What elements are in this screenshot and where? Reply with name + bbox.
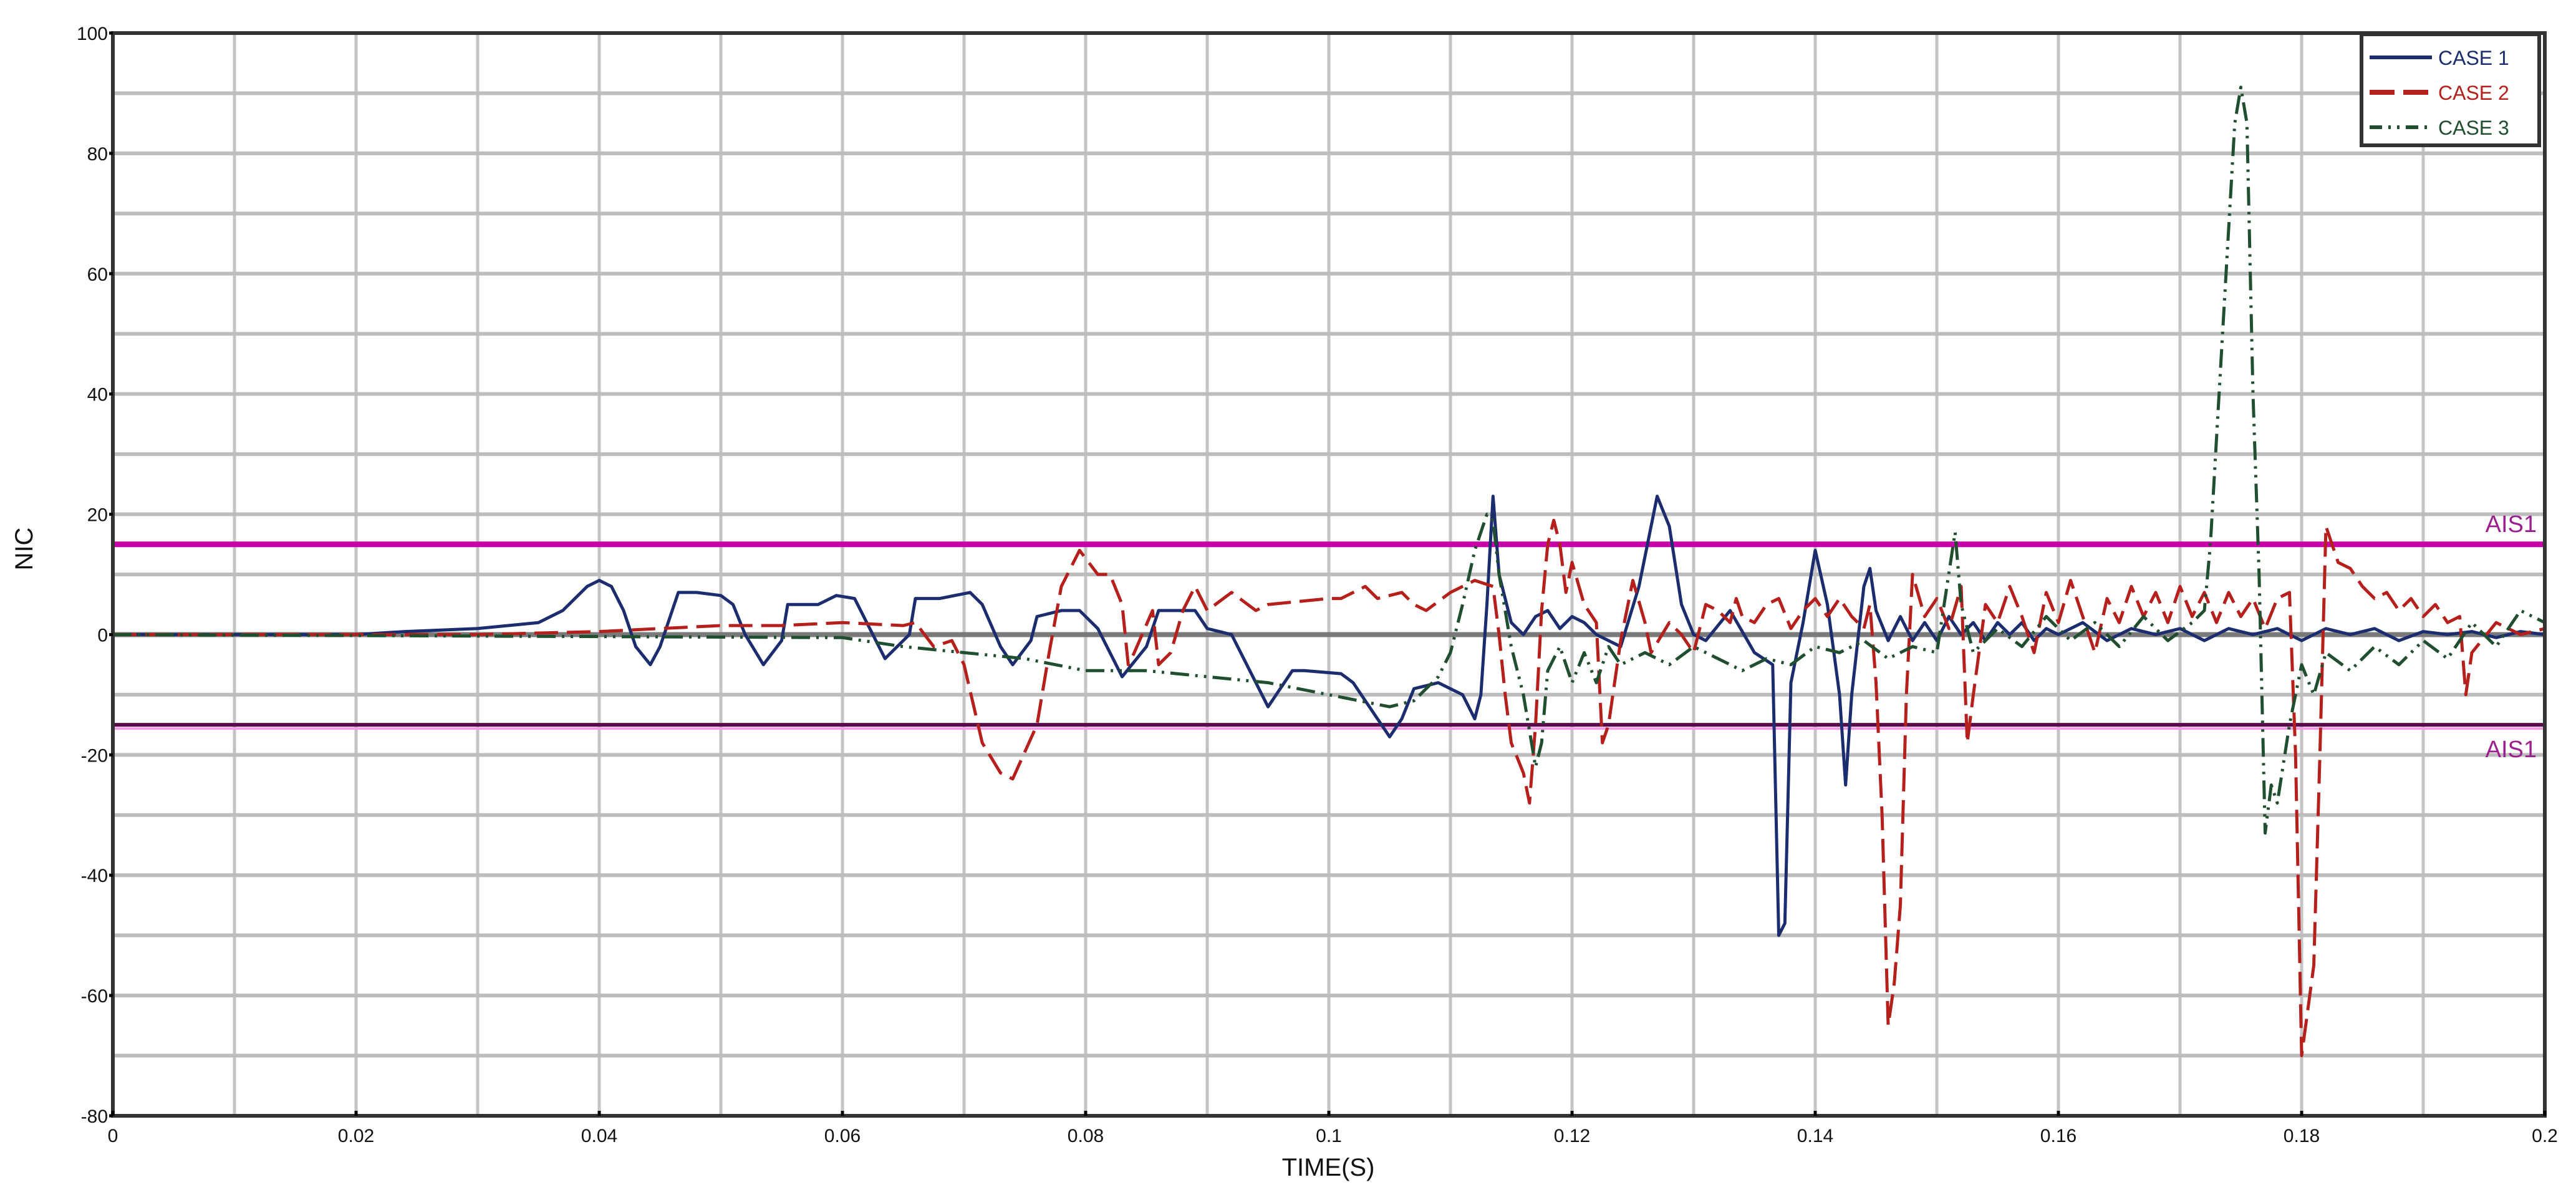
x-tick-label: 0.12 [1554,1126,1590,1146]
y-tick-label: -80 [81,1106,108,1127]
y-tick-label: 40 [87,385,108,405]
y-tick-label: 20 [87,505,108,526]
ais1-label: AIS1 [2486,511,2537,538]
x-axis-title: TIME(S) [1282,1154,1375,1181]
grid [113,33,2545,1116]
legend-label-case-3: CASE 3 [2438,117,2509,139]
legend: CASE 1 CASE 2 CASE 3 [2360,32,2541,147]
y-tick-label: -20 [81,745,108,766]
x-tick-label: 0.16 [2040,1126,2077,1146]
y-axis-title: NIC [11,528,38,571]
y-tick-label: 80 [87,144,108,165]
x-tick-label: 0.14 [1797,1126,1833,1146]
y-tick-label: -40 [81,866,108,886]
x-tick-label: 0.18 [2284,1126,2320,1146]
ais1-label: AIS1 [2486,737,2537,763]
x-tick-label: 0.06 [824,1126,861,1146]
tick-labels: 0 0.02 0.04 0.06 0.08 0.1 0.12 0.14 0.16 0.18 0.2 1… [77,24,2558,1146]
y-tick-label: 0 [97,625,108,646]
legend-label-case-1: CASE 1 [2438,47,2509,69]
x-tick-label: 0.02 [338,1126,374,1146]
x-tick-label: 0 [108,1126,118,1146]
legend-label-case-2: CASE 2 [2438,82,2509,104]
y-tick-label: -60 [81,986,108,1007]
x-tick-label: 0.04 [581,1126,617,1146]
x-tick-label: 0.08 [1068,1126,1104,1146]
nic-time-chart: AIS1 AIS1 0 0.02 0.04 0.06 0.08 0.1 0.12 0.14 0.1… [11,24,2558,1181]
y-tick-label: 60 [87,264,108,285]
x-tick-label: 0.2 [2532,1126,2558,1146]
y-tick-label: 100 [77,24,108,44]
x-tick-label: 0.1 [1316,1126,1342,1146]
